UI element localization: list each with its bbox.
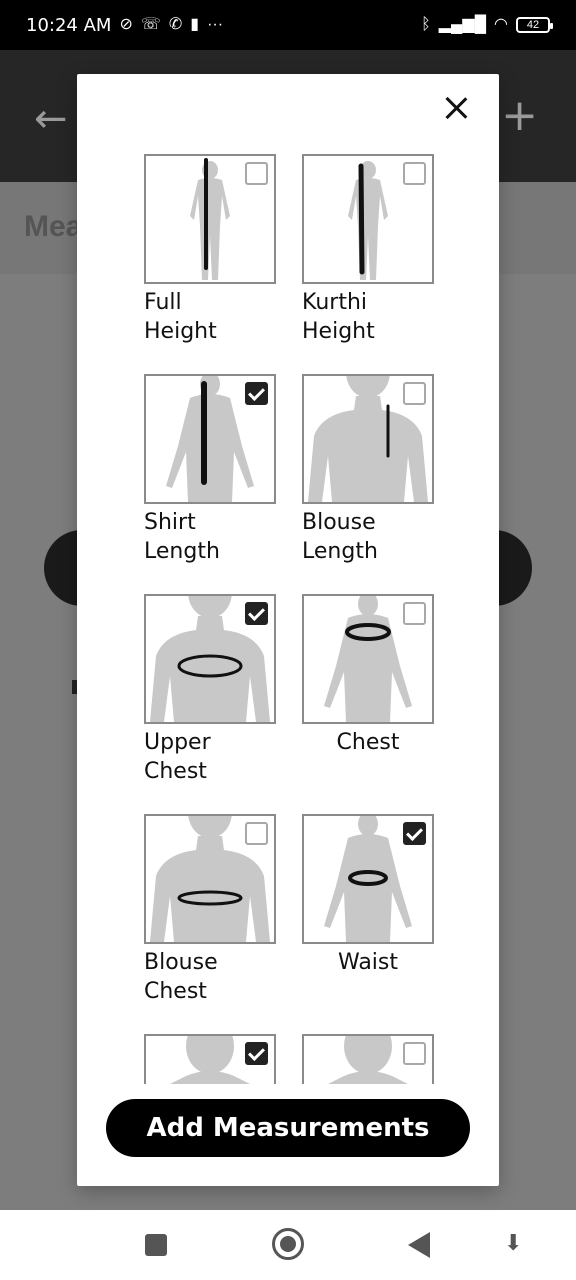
call-icon: ✆ bbox=[168, 16, 183, 33]
bluetooth-icon: ᛒ bbox=[421, 16, 431, 33]
measurement-label-line2: Chest bbox=[144, 979, 207, 1004]
more-icon: ··· bbox=[207, 16, 224, 33]
measurement-thumbnail[interactable] bbox=[144, 1034, 276, 1084]
measurement-label: Blouse Length bbox=[302, 508, 434, 566]
measurement-label: Blouse Chest bbox=[144, 948, 276, 1006]
measurement-option[interactable]: Chest bbox=[302, 594, 434, 814]
checkbox-checked[interactable] bbox=[245, 1042, 268, 1065]
measurement-label: Waist bbox=[302, 948, 434, 977]
measurement-label-line1: Upper bbox=[144, 730, 211, 755]
wifi-icon: ◠ bbox=[494, 16, 508, 33]
measurement-thumbnail[interactable] bbox=[302, 374, 434, 504]
measurement-label: Shirt Length bbox=[144, 508, 276, 566]
measurement-label-line2: Height bbox=[144, 319, 217, 344]
mute-icon: ⊘ bbox=[119, 16, 133, 33]
measurement-label-line1: Blouse bbox=[302, 510, 376, 535]
measurement-label-line1: Chest bbox=[336, 730, 400, 755]
measurement-thumbnail[interactable] bbox=[302, 1034, 434, 1084]
measurement-label-line2: Chest bbox=[144, 759, 207, 784]
measurement-label: Full Height bbox=[144, 288, 276, 346]
add-measurements-button[interactable]: Add Measurements bbox=[106, 1099, 470, 1157]
back-button[interactable] bbox=[408, 1232, 430, 1258]
measurements-grid: Full Height Kurthi Height Shirt Length Blou… bbox=[144, 154, 444, 1084]
measurement-label-line1: Full bbox=[144, 290, 182, 315]
recents-button[interactable] bbox=[145, 1234, 167, 1256]
checkbox-unchecked[interactable] bbox=[245, 162, 268, 185]
measurement-thumbnail[interactable] bbox=[144, 594, 276, 724]
measurement-option[interactable] bbox=[144, 1034, 276, 1084]
measurement-label-line1: Waist bbox=[337, 950, 399, 975]
delete-icon: ▮ bbox=[190, 16, 200, 33]
add-icon[interactable]: + bbox=[501, 90, 538, 141]
checkbox-checked[interactable] bbox=[403, 822, 426, 845]
measurement-label-line2: Height bbox=[302, 319, 375, 344]
measurement-option[interactable]: Kurthi Height bbox=[302, 154, 434, 374]
measurement-thumbnail[interactable] bbox=[144, 814, 276, 944]
checkbox-unchecked[interactable] bbox=[403, 382, 426, 405]
navigation-bar: ⬇ bbox=[0, 1210, 576, 1280]
measurement-thumbnail[interactable] bbox=[302, 594, 434, 724]
measurement-label: Kurthi Height bbox=[302, 288, 434, 346]
checkbox-checked[interactable] bbox=[245, 382, 268, 405]
measurement-thumbnail[interactable] bbox=[302, 814, 434, 944]
measurement-thumbnail[interactable] bbox=[144, 374, 276, 504]
back-arrow-icon[interactable]: ← bbox=[34, 96, 68, 142]
checkbox-unchecked[interactable] bbox=[403, 162, 426, 185]
measurement-label-line1: Kurthi bbox=[302, 290, 368, 315]
missed-call-icon: ☏ bbox=[140, 16, 161, 33]
measurement-option[interactable]: Full Height bbox=[144, 154, 276, 374]
measurement-option[interactable]: Shirt Length bbox=[144, 374, 276, 594]
measurement-option[interactable]: Upper Chest bbox=[144, 594, 276, 814]
close-icon[interactable] bbox=[439, 92, 473, 126]
measurements-list[interactable]: Full Height Kurthi Height Shirt Length Blou… bbox=[77, 154, 499, 1084]
measurements-modal: Full Height Kurthi Height Shirt Length Blou… bbox=[77, 74, 499, 1186]
status-time: 10:24 AM bbox=[26, 14, 112, 36]
measurement-label-line1: Shirt bbox=[144, 510, 196, 535]
home-button[interactable] bbox=[272, 1228, 304, 1260]
measurement-option[interactable]: Blouse Chest bbox=[144, 814, 276, 1034]
app-subtitle: Mea bbox=[24, 210, 83, 243]
status-bar: 10:24 AM ⊘ ☏ ✆ ▮ ··· ᛒ ▂▄▆█ ◠ 42 bbox=[0, 0, 576, 50]
assistant-icon[interactable]: ⬇ bbox=[504, 1230, 522, 1256]
signal-icon: ▂▄▆█ bbox=[438, 16, 487, 33]
measurement-thumbnail[interactable] bbox=[302, 154, 434, 284]
measurement-label-line2: Length bbox=[144, 539, 220, 564]
checkbox-unchecked[interactable] bbox=[403, 1042, 426, 1065]
measurement-option[interactable]: Waist bbox=[302, 814, 434, 1034]
battery-icon: 42 bbox=[516, 17, 553, 33]
checkbox-unchecked[interactable] bbox=[403, 602, 426, 625]
measurement-label-line1: Blouse bbox=[144, 950, 218, 975]
measurement-option[interactable] bbox=[302, 1034, 434, 1084]
checkbox-unchecked[interactable] bbox=[245, 822, 268, 845]
measurement-label: Chest bbox=[302, 728, 434, 757]
measurement-thumbnail[interactable] bbox=[144, 154, 276, 284]
measurement-label: Upper Chest bbox=[144, 728, 276, 786]
measurement-option[interactable]: Blouse Length bbox=[302, 374, 434, 594]
checkbox-checked[interactable] bbox=[245, 602, 268, 625]
measurement-label-line2: Length bbox=[302, 539, 378, 564]
